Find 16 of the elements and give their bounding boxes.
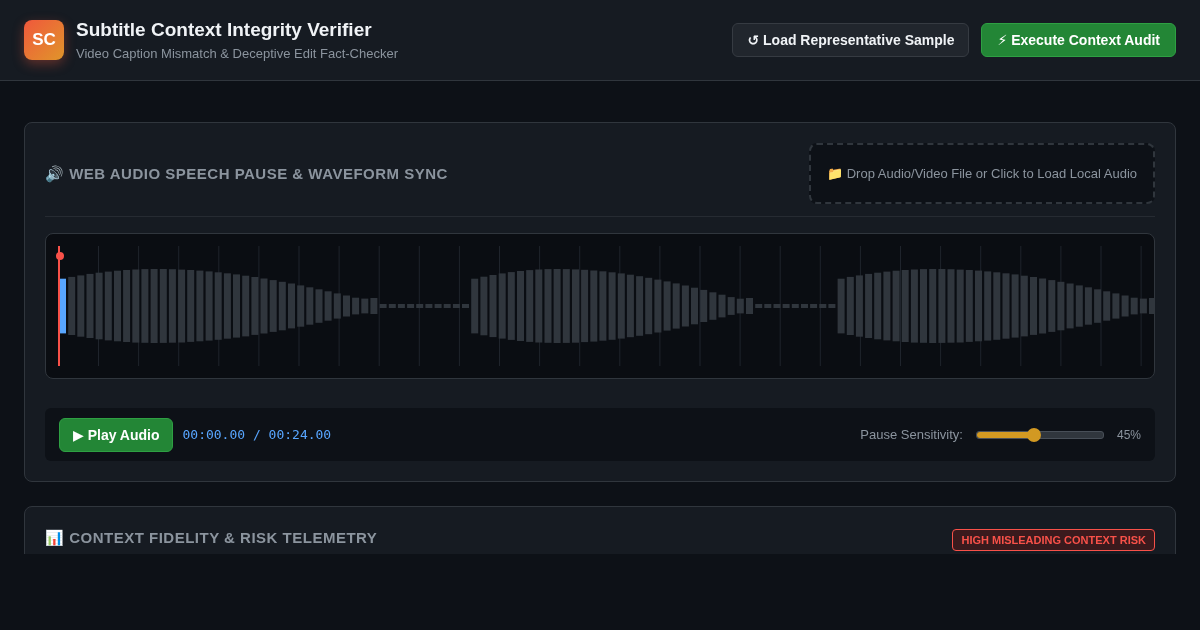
panel-title: 🔊 WEB AUDIO SPEECH PAUSE & WAVEFORM SYNC (45, 164, 448, 183)
time-readout: 00:00.00 / 00:24.00 (182, 427, 332, 442)
app-subtitle: Video Caption Mismatch & Deceptive Edit Fact-Checker (76, 46, 398, 61)
load-sample-button[interactable]: ↺ Load Representative Sample (732, 23, 970, 57)
slider-thumb[interactable] (1026, 427, 1041, 442)
drop-zone[interactable]: 📁 Drop Audio/Video File or Click to Load Local Audio (809, 143, 1155, 204)
slider-label: Pause Sensitivity: (860, 427, 963, 442)
risk-badge: HIGH MISLEADING CONTEXT RISK (952, 529, 1155, 551)
app-title: Subtitle Context Integrity Verifier (76, 19, 373, 41)
app-logo: SC (24, 20, 64, 60)
panel-title: 📊 CONTEXT FIDELITY & RISK TELEMETRY (45, 529, 378, 547)
playhead[interactable] (56, 246, 64, 366)
slider-value: 45% (1116, 427, 1141, 442)
audit-button[interactable]: ⚡ Execute Context Audit (981, 23, 1176, 57)
play-button[interactable]: ▶ Play Audio (59, 417, 174, 452)
sensitivity-slider[interactable] (975, 430, 1104, 439)
